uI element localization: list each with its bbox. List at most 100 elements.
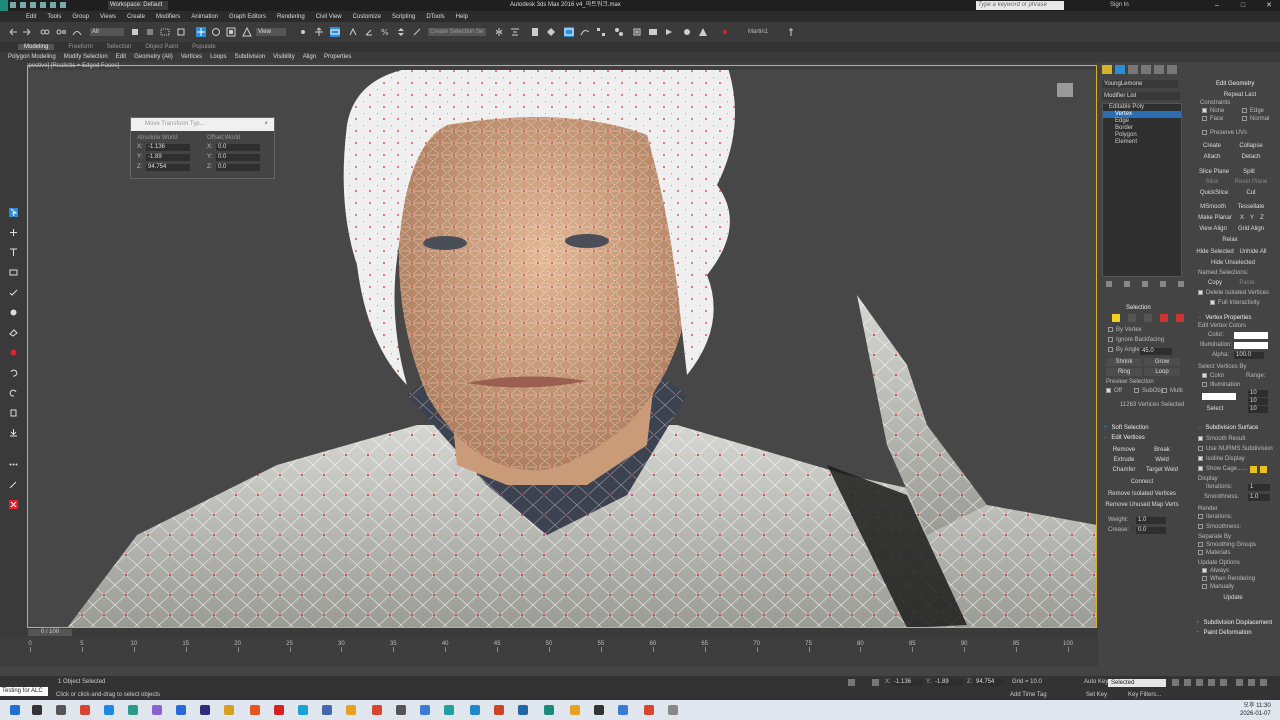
by-angle-checkbox[interactable]: By Angle: [1108, 347, 1141, 353]
subdivision-surface-rollout[interactable]: – Subdivision Surface [1198, 424, 1258, 432]
goto-start-icon[interactable] [1172, 679, 1179, 686]
tab-object-paint[interactable]: Object Paint [145, 44, 178, 50]
tessellate-button[interactable]: Tessellate [1232, 203, 1270, 211]
panel-loops[interactable]: Loops [210, 54, 226, 60]
app-icon[interactable] [152, 705, 162, 715]
reset-plane-button[interactable]: Reset Plane [1232, 178, 1270, 186]
pen-icon[interactable] [9, 480, 18, 489]
detach-button[interactable]: Detach [1234, 153, 1268, 161]
app-icon[interactable] [444, 705, 454, 715]
update-when-rendering-radio[interactable]: When Rendering [1202, 576, 1255, 582]
undo-icon[interactable] [8, 27, 18, 37]
dialog-close-icon[interactable]: × [264, 118, 268, 131]
graphite-ribbon-icon[interactable] [564, 27, 574, 37]
material-editor-icon[interactable] [614, 27, 624, 37]
soft-selection-rollout[interactable]: + Soft Selection [1104, 424, 1149, 432]
tab-selection[interactable]: Selection [107, 44, 132, 50]
select-rotate-icon[interactable] [211, 27, 221, 37]
curve-editor-icon[interactable] [580, 27, 590, 37]
edge-level-icon[interactable] [1128, 314, 1136, 322]
maxscript-listener-input[interactable]: Testing for ALC [0, 687, 48, 696]
tab-freeform[interactable]: Freeform [68, 44, 92, 50]
folder-icon[interactable] [346, 705, 356, 715]
project-icon[interactable] [60, 2, 66, 8]
panel-edit[interactable]: Edit [116, 54, 126, 60]
close-icon[interactable]: ✕ [1258, 0, 1280, 11]
panel-subdivision[interactable]: Subdivision [234, 54, 265, 60]
hide-selected-button[interactable]: Hide Selected [1196, 248, 1234, 256]
range-r-spinner[interactable]: 10 [1248, 390, 1268, 397]
ignore-backfacing-checkbox[interactable]: Ignore Backfacing [1108, 337, 1164, 343]
add-time-tag[interactable]: Add Time Tag [1010, 692, 1047, 698]
app-icon[interactable] [668, 705, 678, 715]
pin-icon[interactable] [786, 27, 796, 37]
download-icon[interactable] [9, 428, 18, 437]
key-mode-dropdown[interactable]: Selected [1108, 679, 1166, 687]
chrome-icon[interactable] [372, 705, 382, 715]
smoothing-groups-checkbox[interactable]: Smoothing Groups [1198, 542, 1256, 548]
reference-coord-dropdown[interactable]: View [256, 28, 286, 36]
bind-space-warp-icon[interactable] [72, 27, 82, 37]
stack-element[interactable]: Element [1103, 139, 1181, 146]
trash-icon[interactable] [9, 408, 18, 417]
app-icon[interactable] [128, 705, 138, 715]
motion-tab-icon[interactable] [1141, 65, 1151, 74]
show-end-result-icon[interactable] [1124, 281, 1130, 287]
render-iterations-checkbox[interactable]: Iterations: [1198, 514, 1232, 520]
chrome-icon[interactable] [80, 705, 90, 715]
stack-edge[interactable]: Edge [1103, 118, 1181, 125]
lock-selection-icon[interactable] [848, 679, 855, 686]
illumination-swatch[interactable] [1234, 342, 1268, 349]
hierarchy-tab-icon[interactable] [1128, 65, 1138, 74]
absolute-z-field[interactable]: 94.754 [146, 163, 190, 171]
copy-button[interactable]: Copy [1202, 279, 1228, 287]
modifier-list-dropdown[interactable]: Modifier List [1102, 92, 1180, 100]
y-coord-field[interactable]: -1.89 [933, 679, 963, 686]
preview-off-radio[interactable]: Off [1106, 388, 1122, 394]
utilities-tab-icon[interactable] [1167, 65, 1177, 74]
preview-subobj-radio[interactable]: SubObj [1134, 388, 1162, 394]
select-place-icon[interactable] [242, 27, 252, 37]
light-icon[interactable] [9, 308, 18, 317]
offset-z-field[interactable]: 0.0 [216, 163, 260, 171]
make-planar-button[interactable]: Make Planar [1198, 214, 1232, 222]
orbit-icon[interactable] [1260, 679, 1267, 686]
text-icon[interactable] [9, 248, 18, 257]
app-icon[interactable] [494, 705, 504, 715]
quickslice-button[interactable]: QuickSlice [1198, 189, 1230, 197]
unlink-icon[interactable] [56, 27, 66, 37]
by-vertex-checkbox[interactable]: By Vertex [1108, 327, 1142, 333]
slice-plane-button[interactable]: Slice Plane [1198, 168, 1230, 176]
edit-geometry-rollout[interactable]: Edit Geometry [1216, 80, 1254, 88]
split-checkbox[interactable]: Split [1238, 168, 1260, 176]
menu-create[interactable]: Create [127, 14, 145, 20]
auto-key-button[interactable]: Auto Key [1084, 679, 1108, 685]
planar-y-button[interactable]: Y [1248, 214, 1256, 222]
viewport-label[interactable]: [+] [Perspective] [Realistic + Edged Fac… [0, 62, 1098, 70]
tab-populate[interactable]: Populate [192, 44, 216, 50]
grid-align-button[interactable]: Grid Align [1234, 225, 1268, 233]
repeat-last-button[interactable]: Repeat Last [1214, 91, 1266, 99]
vertex-properties-rollout[interactable]: – Vertex Properties [1198, 314, 1251, 322]
key-filters-button[interactable]: Key Filters... [1128, 692, 1161, 698]
save-icon[interactable] [30, 2, 36, 8]
more-icon[interactable] [9, 460, 18, 469]
select-color-swatch[interactable] [1202, 393, 1236, 400]
select-by-color-radio[interactable]: Color [1202, 373, 1224, 379]
absolute-mode-icon[interactable] [872, 679, 879, 686]
create-button[interactable]: Create [1198, 142, 1226, 150]
color-swatch[interactable] [1234, 332, 1268, 339]
menu-dtools[interactable]: DTools [426, 14, 444, 20]
update-always-radio[interactable]: Always [1202, 568, 1229, 574]
workspace-dropdown[interactable]: Workspace: Default [108, 1, 168, 10]
select-object-icon[interactable] [130, 27, 140, 37]
menu-civil-view[interactable]: Civil View [316, 14, 342, 20]
menu-modifiers[interactable]: Modifiers [156, 14, 180, 20]
edge-icon[interactable] [104, 705, 114, 715]
constraint-face-radio[interactable]: Face [1202, 116, 1223, 122]
full-interactivity-checkbox[interactable]: Full Interactivity [1210, 300, 1260, 306]
menu-group[interactable]: Group [72, 14, 89, 20]
connect-button[interactable]: Connect [1120, 478, 1164, 486]
mirror-icon[interactable] [494, 27, 504, 37]
delete-isolated-checkbox[interactable]: Delete Isolated Vertices [1198, 290, 1269, 296]
